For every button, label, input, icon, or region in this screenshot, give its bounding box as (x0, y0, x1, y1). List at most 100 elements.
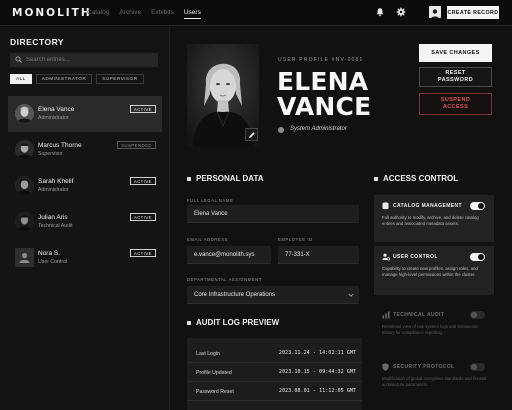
user-list-item[interactable]: Nora S. User Control ACTIVE (8, 240, 162, 276)
nav-catalog[interactable]: Catalog (87, 9, 109, 19)
toggle-knob (478, 254, 484, 260)
chart-icon (382, 311, 390, 319)
employee-id-value: 77-331-X (285, 252, 310, 258)
portrait-thumbnail (15, 176, 34, 195)
top-bar: MONOLITH Catalog Archive Exhibits Users … (0, 0, 512, 26)
audit-event: Profile Updated (196, 370, 232, 376)
nav-exhibits[interactable]: Exhibits (151, 9, 174, 19)
pencil-icon (248, 131, 255, 138)
status-badge: SUSPENDED (117, 141, 156, 149)
department-label: DEPARTMENTAL ASSIGNMENT (187, 277, 262, 282)
portrait-thumbnail (15, 104, 34, 123)
avatar (15, 104, 34, 123)
user-list-item[interactable]: Elena Vance Administrator ACTIVE (8, 96, 162, 132)
section-marker (374, 176, 378, 181)
user-role: Administrator (38, 115, 69, 121)
permission-toggle[interactable] (470, 363, 485, 371)
create-record-button[interactable]: CREATE RECORD (447, 6, 499, 19)
full-name-field[interactable]: Elena Vance (187, 205, 359, 223)
audit-time: 2023.11.24 - 14:02:11 GMT (279, 351, 357, 356)
filter-supervisor[interactable]: SUPERVISOR (96, 74, 144, 84)
access-control-heading: ACCESS CONTROL (374, 174, 458, 183)
search-input[interactable] (26, 55, 154, 65)
full-name-value: Elena Vance (194, 211, 228, 217)
permission-description: Modification of global encryption standa… (382, 376, 487, 388)
reset-password-button[interactable]: RESET PASSWORD (419, 67, 492, 87)
user-name: Julian Aris (38, 214, 68, 221)
permission-toggle[interactable] (470, 202, 485, 210)
user-role: Administrator (38, 187, 69, 193)
directory-title: DIRECTORY (10, 37, 65, 47)
permission-title: TECHNICAL AUDIT (393, 312, 445, 318)
profile-role: System Administrator (290, 126, 347, 132)
user-role: Supervisor (38, 151, 63, 157)
user-role: Technical Audit (38, 223, 73, 229)
user-name: Marcus Thorne (38, 142, 82, 149)
section-title: AUDIT LOG PREVIEW (196, 318, 280, 327)
status-badge: ACTIVE (129, 213, 156, 221)
suspend-access-button[interactable]: SUSPEND ACCESS (419, 93, 492, 115)
gear-icon[interactable] (396, 7, 406, 17)
full-name-label: FULL LEGAL NAME (187, 198, 234, 203)
status-badge: ACTIVE (129, 105, 156, 113)
profile-id: USER PROFILE #NV-0081 (278, 57, 364, 63)
department-select[interactable]: Core Infrastructure Operations (187, 286, 359, 304)
permission-card-catalog: CATALOG MANAGEMENT Full authority to mod… (374, 195, 494, 242)
section-title: PERSONAL DATA (196, 174, 264, 183)
toggle-knob (478, 203, 484, 209)
filter-administrator[interactable]: ADMINISTRATOR (35, 74, 93, 84)
app-logo[interactable]: MONOLITH (12, 7, 92, 19)
permission-toggle[interactable] (470, 253, 485, 261)
avatar (15, 212, 34, 231)
user-placeholder-icon (15, 248, 34, 267)
audit-log-table: Last Login 2023.11.24 - 14:02:11 GMT Pro… (187, 338, 362, 410)
table-row: Password Reset 2023.08.01 - 11:12:05 GMT (187, 383, 362, 401)
audit-time: 2023.08.01 - 11:12:05 GMT (279, 389, 357, 394)
table-row: Last Login 2023.11.24 - 14:02:11 GMT (187, 345, 362, 363)
status-badge: ACTIVE (129, 177, 156, 185)
filter-all[interactable]: ALL (10, 74, 32, 84)
portrait-thumbnail (15, 212, 34, 231)
email-field[interactable]: e.vance@monolith.sys (187, 246, 271, 264)
audit-event: Password Reset (196, 389, 234, 395)
save-changes-button[interactable]: SAVE CHANGES (419, 44, 492, 62)
section-marker (187, 320, 191, 325)
user-list-item[interactable]: Sarah Khelif Administrator ACTIVE (8, 168, 162, 204)
search-icon (15, 56, 22, 63)
user-list: Elena Vance Administrator ACTIVE Marcus … (0, 96, 170, 276)
user-list-item[interactable]: Marcus Thorne Supervisor SUSPENDED (8, 132, 162, 168)
profile-last-name: VANCE (277, 92, 372, 121)
user-list-item[interactable]: Julian Aris Technical Audit ACTIVE (8, 204, 162, 240)
edit-photo-button[interactable] (245, 128, 258, 141)
chevron-down-icon (348, 293, 354, 297)
permission-toggle[interactable] (470, 311, 485, 319)
employee-id-label: EMPLOYEE ID (278, 237, 313, 242)
account-avatar[interactable] (429, 6, 441, 18)
email-value: e.vance@monolith.sys (194, 252, 255, 258)
avatar (15, 176, 34, 195)
status-badge: ACTIVE (129, 249, 156, 257)
user-name: Sarah Khelif (38, 178, 74, 185)
table-row: Profile Updated 2023.10.15 - 09:44:32 GM… (187, 364, 362, 382)
permission-title: USER CONTROL (393, 254, 438, 260)
status-indicator (278, 127, 284, 133)
database-icon (382, 202, 389, 210)
user-name: Elena Vance (38, 106, 75, 113)
toggle-knob (471, 364, 477, 370)
employee-id-field[interactable]: 77-331-X (278, 246, 359, 264)
directory-sidebar: DIRECTORY ALL ADMINISTRATOR SUPERVISOR E… (0, 27, 170, 410)
role-filters: ALL ADMINISTRATOR SUPERVISOR (10, 74, 144, 84)
bell-icon[interactable] (375, 7, 385, 17)
avatar (15, 248, 34, 267)
department-value: Core Infrastructure Operations (194, 292, 276, 298)
nav-archive[interactable]: Archive (119, 9, 141, 19)
user-name: Nora S. (38, 250, 61, 257)
shield-icon (382, 363, 389, 371)
email-label: EMAIL ADDRESS (187, 237, 228, 242)
permission-description: Capability to create new profiles, assig… (382, 266, 478, 278)
nav-users[interactable]: Users (183, 9, 201, 19)
personal-data-heading: PERSONAL DATA (187, 174, 264, 183)
permission-title: SECURITY PROTOCOL (393, 364, 455, 370)
permission-title: CATALOG MANAGEMENT (393, 203, 462, 209)
user-role: User Control (38, 259, 68, 265)
